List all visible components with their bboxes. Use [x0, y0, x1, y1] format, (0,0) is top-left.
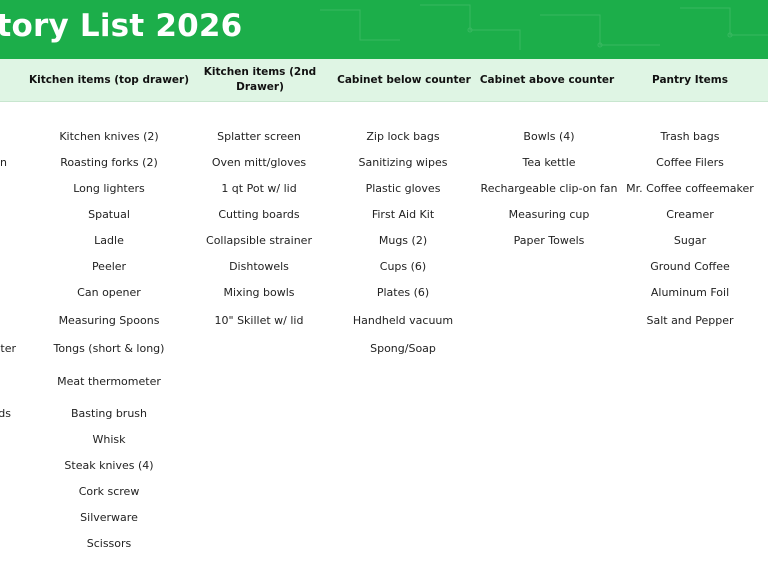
below-counter-item: Spong/Soap [370, 342, 436, 355]
top-drawer-item: Can opener [77, 286, 141, 299]
header-above-counter: Cabinet above counter [479, 73, 615, 86]
pantry-item: Coffee Filers [656, 156, 724, 169]
top-drawer-item: Steak knives (4) [64, 459, 154, 472]
above-counter-item: Bowls (4) [523, 130, 575, 143]
above-counter-item: Rechargeable clip-on fan [480, 182, 618, 195]
top-drawer-item: Ladle [94, 234, 124, 247]
top-drawer-item: Basting brush [70, 407, 148, 420]
pantry-item: Ground Coffee [650, 260, 730, 273]
below-counter-item: Handheld vacuum [352, 314, 454, 327]
below-counter-item: Plates (6) [376, 286, 430, 299]
below-counter-item: Sanitizing wipes [358, 156, 448, 169]
second-drawer-item: Oven mitt/gloves [211, 156, 307, 169]
header-below-counter: Cabinet below counter [337, 73, 471, 86]
second-drawer-item: Splatter screen [217, 130, 301, 143]
above-counter-item: Measuring cup [508, 208, 590, 221]
inventory-page: entory List 2026 Kitchen items (top draw… [0, 0, 768, 576]
header-second-drawer: Kitchen items (2nd Drawer) [189, 59, 331, 101]
top-drawer-item: Kitchen knives (2) [59, 130, 159, 143]
title-banner: entory List 2026 [0, 0, 768, 59]
second-drawer-item: 10" Skillet w/ lid [214, 314, 304, 327]
top-drawer-item: Whisk [92, 433, 126, 446]
below-counter-item: Plastic gloves [365, 182, 441, 195]
second-drawer-item: 1 qt Pot w/ lid [221, 182, 297, 195]
cut-column-cell: ds [0, 407, 11, 420]
top-drawer-item: Tongs (short & long) [53, 342, 165, 355]
second-drawer-item: Collapsible strainer [206, 234, 312, 247]
top-drawer-item: Silverware [80, 511, 138, 524]
below-counter-item: Mugs (2) [378, 234, 428, 247]
header-second-drawer-line2: Drawer) [236, 81, 284, 93]
cut-column-cell: n [0, 156, 7, 169]
above-counter-item: Paper Towels [513, 234, 585, 247]
top-drawer-item: Spatual [88, 208, 130, 221]
above-counter-item: Tea kettle [522, 156, 576, 169]
below-counter-item: Cups (6) [379, 260, 427, 273]
top-drawer-item: Measuring Spoons [58, 314, 160, 327]
below-counter-item: First Aid Kit [371, 208, 435, 221]
pantry-item: Sugar [673, 234, 707, 247]
header-second-drawer-line1: Kitchen items (2nd [203, 66, 317, 78]
pantry-item: Salt and Pepper [646, 314, 734, 327]
cut-column-cell: ter [0, 342, 16, 355]
pantry-item: Mr. Coffee coffeemaker [626, 182, 754, 195]
top-drawer-item: Cork screw [78, 485, 140, 498]
top-drawer-item: Meat thermometer [57, 375, 161, 388]
header-pantry: Pantry Items [652, 73, 728, 86]
page-title: entory List 2026 [0, 8, 243, 44]
top-drawer-item: Roasting forks (2) [60, 156, 158, 169]
second-drawer-item: Dishtowels [229, 260, 289, 273]
pantry-item: Aluminum Foil [650, 286, 730, 299]
second-drawer-item: Mixing bowls [223, 286, 295, 299]
top-drawer-item: Long lighters [73, 182, 145, 195]
pantry-item: Creamer [666, 208, 714, 221]
header-top-drawer: Kitchen items (top drawer) [28, 73, 190, 86]
pantry-item: Trash bags [660, 130, 720, 143]
top-drawer-item: Scissors [86, 537, 132, 550]
top-drawer-item: Peeler [91, 260, 127, 273]
below-counter-item: Zip lock bags [366, 130, 440, 143]
second-drawer-item: Cutting boards [218, 208, 300, 221]
